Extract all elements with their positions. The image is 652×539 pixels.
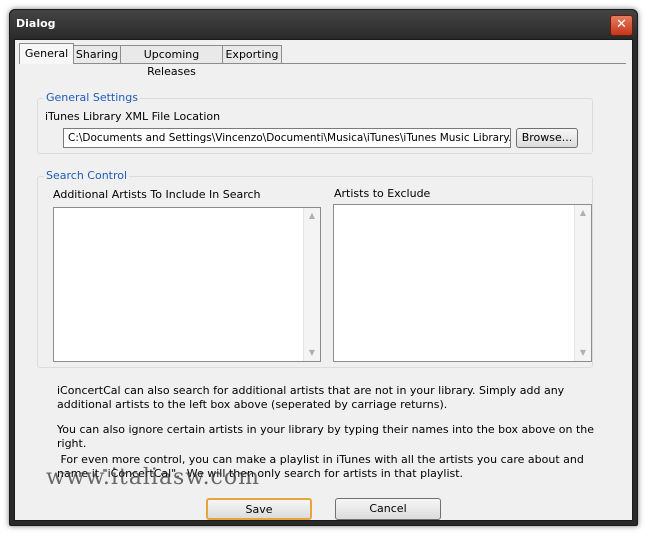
window-title: Dialog	[16, 17, 56, 30]
dialog-window: Dialog ✕ General Sharing Upcoming Releas…	[9, 9, 638, 526]
tab-panel-border	[19, 63, 626, 65]
scroll-up-icon[interactable]: ▲	[304, 208, 320, 224]
close-icon: ✕	[616, 17, 627, 32]
include-artists-textarea[interactable]: ▲ ▼	[53, 207, 321, 362]
tab-exporting[interactable]: Exporting	[222, 45, 282, 63]
title-bar[interactable]: Dialog ✕	[10, 10, 637, 38]
cancel-button[interactable]: Cancel	[335, 498, 441, 520]
search-control-legend: Search Control	[44, 169, 130, 182]
scroll-up-icon[interactable]: ▲	[575, 205, 591, 221]
help-paragraph-1: iConcertCal can also search for addition…	[57, 384, 565, 411]
xml-location-label: iTunes Library XML File Location	[45, 110, 221, 123]
include-artists-label: Additional Artists To Include In Search	[53, 188, 261, 201]
scroll-down-icon[interactable]: ▼	[575, 345, 591, 361]
general-settings-legend: General Settings	[44, 91, 140, 104]
include-scrollbar[interactable]: ▲ ▼	[303, 208, 320, 361]
exclude-scrollbar[interactable]: ▲ ▼	[574, 205, 591, 361]
exclude-artists-label: Artists to Exclude	[334, 187, 431, 200]
save-button[interactable]: Save	[206, 498, 312, 520]
tab-upcoming-releases[interactable]: Upcoming Releases	[120, 45, 223, 78]
watermark-logo: www.italiasw.com	[46, 465, 260, 490]
xml-path-input[interactable]: C:\Documents and Settings\Vincenzo\Docum…	[63, 128, 511, 148]
tab-general[interactable]: General	[19, 43, 74, 64]
scroll-down-icon[interactable]: ▼	[304, 345, 320, 361]
tab-sharing[interactable]: Sharing	[73, 45, 121, 63]
help-paragraph-2: You can also ignore certain artists in y…	[57, 423, 595, 450]
close-button[interactable]: ✕	[610, 15, 633, 36]
browse-button[interactable]: Browse...	[516, 128, 578, 148]
exclude-artists-textarea[interactable]: ▲ ▼	[333, 204, 592, 362]
dialog-client-area: General Sharing Upcoming Releases Export…	[14, 39, 633, 521]
